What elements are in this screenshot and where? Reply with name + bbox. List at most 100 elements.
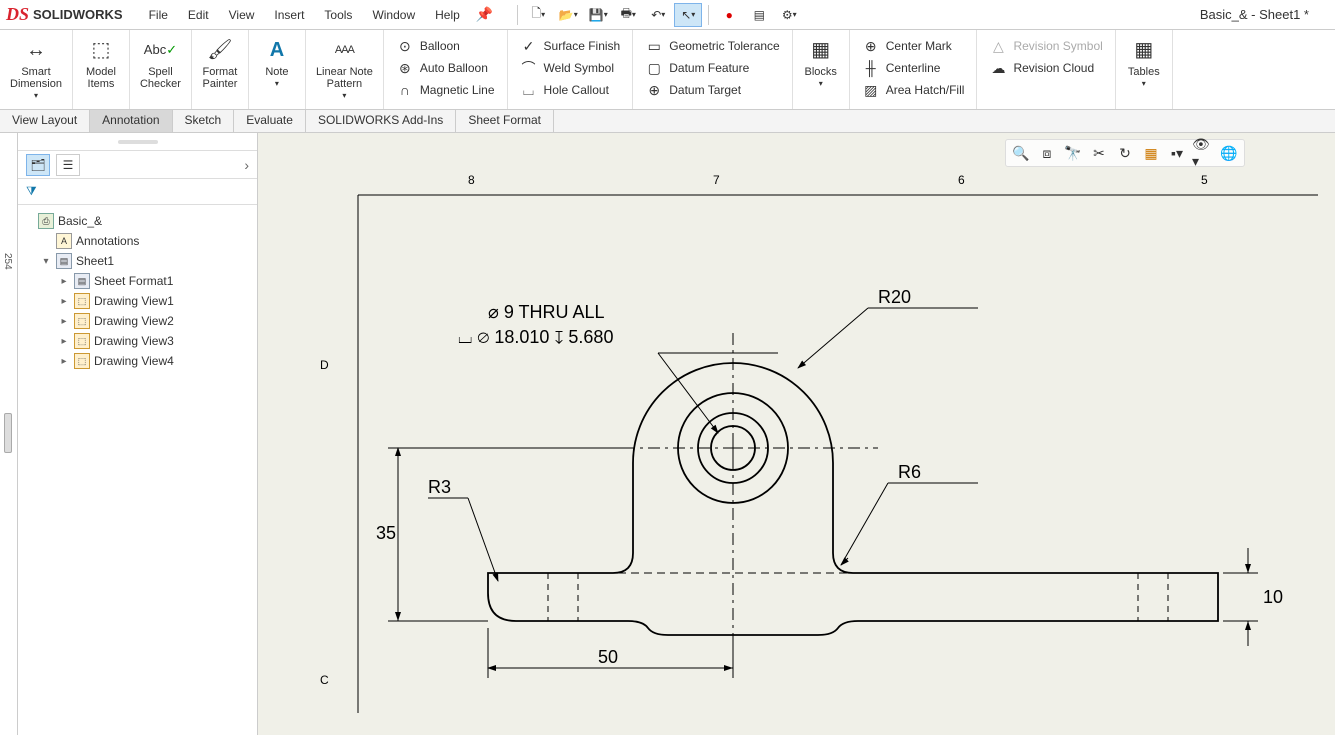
- balloon-button[interactable]: ⊙Balloon: [394, 36, 497, 56]
- drawing-svg: R20 R6 R3 ⌀ 9 THRU ALL: [258, 133, 1318, 713]
- undo-button[interactable]: ↶▾: [644, 3, 672, 27]
- print-button[interactable]: 🖶▾: [614, 3, 642, 27]
- r3-label: R3: [428, 477, 451, 497]
- zoom-prev-icon[interactable]: 🔭: [1062, 142, 1084, 164]
- tree-tab-property[interactable]: ☰: [56, 154, 80, 176]
- 3d-view-icon[interactable]: ▪▾: [1166, 142, 1188, 164]
- menu-view[interactable]: View: [221, 4, 263, 26]
- tree-view2[interactable]: ▸⬚Drawing View2: [22, 311, 253, 331]
- tree-tab-feature[interactable]: 🗂: [26, 154, 50, 176]
- ruler-top-6: 6: [958, 173, 965, 187]
- menu-tools[interactable]: Tools: [316, 4, 360, 26]
- format-painter-button[interactable]: 🖌 Format Painter: [198, 34, 242, 92]
- smart-dimension-button[interactable]: ↔ Smart Dimension ▾: [6, 34, 66, 103]
- view-icon: ⬚: [74, 313, 90, 329]
- dimension-icon: ↔: [26, 36, 46, 64]
- edit-sheet-icon[interactable]: ▦: [1140, 142, 1162, 164]
- flyout-handle[interactable]: [4, 413, 12, 453]
- options-button[interactable]: ▤: [745, 3, 773, 27]
- blocks-button[interactable]: ▦ Blocks ▾: [799, 34, 843, 91]
- filter-icon[interactable]: ⧩: [26, 184, 37, 199]
- tree-root[interactable]: ⎙Basic_&: [22, 211, 253, 231]
- tab-annotation[interactable]: Annotation: [90, 110, 172, 132]
- menu-insert[interactable]: Insert: [266, 4, 312, 26]
- weld-icon: ⌒: [520, 59, 538, 77]
- dim-10: 10: [1263, 587, 1283, 607]
- settings-button[interactable]: ⚙▾: [775, 3, 803, 27]
- dim-50: 50: [598, 647, 618, 667]
- center-mark-button[interactable]: ⊕Center Mark: [860, 36, 967, 56]
- datum-feature-button[interactable]: ▢Datum Feature: [643, 58, 782, 78]
- tables-button[interactable]: ▦ Tables ▾: [1122, 34, 1166, 91]
- tab-sheet-format[interactable]: Sheet Format: [456, 110, 554, 132]
- sheet-format-icon: ▤: [74, 273, 90, 289]
- centerline-button[interactable]: ╫Centerline: [860, 58, 967, 78]
- view-icon: ⬚: [74, 333, 90, 349]
- annotations-icon: A: [56, 233, 72, 249]
- datum-target-button[interactable]: ⊕Datum Target: [643, 80, 782, 100]
- left-flyout-strip: 254: [0, 133, 18, 735]
- hole-callout-button[interactable]: ⌴Hole Callout: [518, 80, 623, 100]
- drawing-canvas[interactable]: 🔍 ⧈ 🔭 ✂ ↻ ▦ ▪▾ 👁▾ 🌐 8 7 6 5 D C: [258, 133, 1335, 735]
- menu-help[interactable]: Help: [427, 4, 468, 26]
- geometric-tolerance-button[interactable]: ▭Geometric Tolerance: [643, 36, 782, 56]
- world-icon[interactable]: 🌐: [1218, 142, 1240, 164]
- tab-sketch[interactable]: Sketch: [173, 110, 235, 132]
- gtol-icon: ▭: [645, 37, 663, 55]
- weld-symbol-button[interactable]: ⌒Weld Symbol: [518, 58, 623, 78]
- hole-callout-icon: ⌴: [520, 81, 538, 99]
- ruler-top-8: 8: [468, 173, 475, 187]
- rebuild-button[interactable]: ●: [715, 3, 743, 27]
- spellcheck-icon: Abc✓: [144, 36, 177, 64]
- menu-edit[interactable]: Edit: [180, 4, 217, 26]
- tree-sheet[interactable]: ▾▤Sheet1: [22, 251, 253, 271]
- tab-evaluate[interactable]: Evaluate: [234, 110, 306, 132]
- auto-balloon-icon: ⊛: [396, 59, 414, 77]
- pin-icon[interactable]: 📌: [476, 6, 493, 23]
- area-hatch-button[interactable]: ▨Area Hatch/Fill: [860, 80, 967, 100]
- linear-note-pattern-button[interactable]: AAA Linear Note Pattern ▾: [312, 34, 377, 103]
- menu-file[interactable]: File: [141, 4, 176, 26]
- surface-finish-button[interactable]: ✓Surface Finish: [518, 36, 623, 56]
- hide-show-icon[interactable]: 👁▾: [1192, 142, 1214, 164]
- note-button[interactable]: A Note ▾: [255, 34, 299, 91]
- revision-symbol-button[interactable]: △Revision Symbol: [987, 36, 1104, 56]
- ruler-left-c: C: [320, 673, 329, 687]
- tree-view4[interactable]: ▸⬚Drawing View4: [22, 351, 253, 371]
- open-button[interactable]: 📂▾: [554, 3, 582, 27]
- menu-window[interactable]: Window: [364, 4, 423, 26]
- ruler-top-7: 7: [713, 173, 720, 187]
- quick-access-toolbar: 🗋▾ 📂▾ 💾▾ 🖶▾ ↶▾ ↖▾ ● ▤ ⚙▾: [513, 3, 803, 27]
- section-icon[interactable]: ✂: [1088, 142, 1110, 164]
- datum-target-icon: ⊕: [645, 81, 663, 99]
- main-area: 254 🗂 ☰ › ⧩ ⎙Basic_& AAnnotations ▾▤Shee…: [0, 133, 1335, 735]
- revision-symbol-icon: △: [989, 37, 1007, 55]
- select-button[interactable]: ↖▾: [674, 3, 702, 27]
- feature-tree-panel: 🗂 ☰ › ⧩ ⎙Basic_& AAnnotations ▾▤Sheet1 ▸…: [18, 133, 258, 735]
- tree-view1[interactable]: ▸⬚Drawing View1: [22, 291, 253, 311]
- tab-view-layout[interactable]: View Layout: [0, 110, 90, 132]
- new-button[interactable]: 🗋▾: [524, 3, 552, 27]
- tab-addins[interactable]: SOLIDWORKS Add-Ins: [306, 110, 456, 132]
- tree-view3[interactable]: ▸⬚Drawing View3: [22, 331, 253, 351]
- tree-sheet-format[interactable]: ▸▤Sheet Format1: [22, 271, 253, 291]
- magnetic-line-button[interactable]: ∩Magnetic Line: [394, 80, 497, 100]
- app-logo: DS SOLIDWORKS: [6, 4, 123, 25]
- save-button[interactable]: 💾▾: [584, 3, 612, 27]
- note-icon: A: [270, 36, 284, 64]
- zoom-fit-icon[interactable]: 🔍: [1010, 142, 1032, 164]
- tree-expand-button[interactable]: ›: [244, 157, 249, 173]
- display-mode-icon[interactable]: ↻: [1114, 142, 1136, 164]
- zoom-area-icon[interactable]: ⧈: [1036, 142, 1058, 164]
- hatch-icon: ▨: [862, 81, 880, 99]
- revision-cloud-button[interactable]: ☁Revision Cloud: [987, 58, 1104, 78]
- auto-balloon-button[interactable]: ⊛Auto Balloon: [394, 58, 497, 78]
- tree-drag-handle[interactable]: [18, 133, 257, 151]
- model-items-button[interactable]: ⬚ Model Items: [79, 34, 123, 92]
- dim-35: 35: [376, 523, 396, 543]
- hole-callout-line2: ⌴ ⌀ 18.010 ↧ 5.680: [458, 327, 613, 347]
- ribbon: ↔ Smart Dimension ▾ ⬚ Model Items Abc✓ S…: [0, 30, 1335, 110]
- app-name: SOLIDWORKS: [33, 7, 123, 22]
- spell-checker-button[interactable]: Abc✓ Spell Checker: [136, 34, 185, 92]
- tree-annotations[interactable]: AAnnotations: [22, 231, 253, 251]
